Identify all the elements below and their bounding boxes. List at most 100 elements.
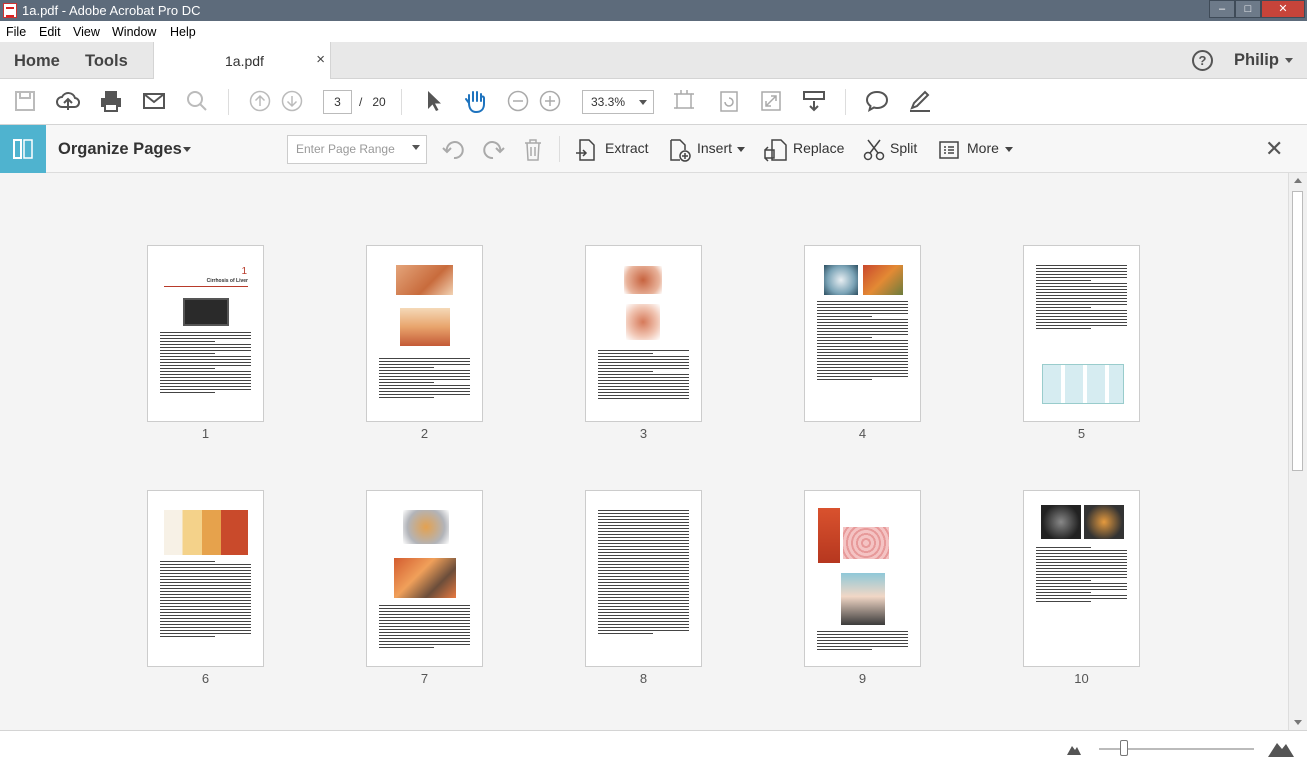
tab-tools[interactable]: Tools [85, 52, 128, 71]
tab-bar: Home Tools 1a.pdf × ? Philip [0, 42, 1307, 79]
replace-icon[interactable] [764, 138, 788, 162]
replace-button[interactable]: Replace [793, 140, 844, 156]
chevron-down-icon[interactable] [1005, 147, 1013, 152]
page-5-flowchart [1042, 364, 1124, 404]
split-button[interactable]: Split [890, 140, 917, 156]
scroll-up-icon[interactable] [1294, 178, 1302, 183]
menu-window[interactable]: Window [112, 25, 156, 39]
toolbar-divider [228, 89, 229, 115]
page-number-label: 3 [639, 426, 648, 441]
rotate-view-icon[interactable] [718, 89, 740, 113]
prev-page-icon[interactable] [249, 89, 271, 113]
maximize-button[interactable]: □ [1235, 0, 1261, 18]
page-1-heading: Cirrhosis of Liver [206, 278, 248, 284]
zoom-out-icon[interactable] [507, 89, 529, 113]
sign-icon[interactable] [908, 89, 932, 113]
split-icon[interactable] [862, 138, 886, 162]
close-document-tab-icon[interactable]: × [316, 51, 325, 68]
page-10-text-lines [1036, 547, 1127, 604]
page-separator: / [359, 95, 363, 109]
thumbnail-size-slider-handle[interactable] [1120, 740, 1128, 756]
menu-help[interactable]: Help [170, 25, 196, 39]
chevron-down-icon[interactable] [737, 147, 745, 152]
page-number-label: 6 [201, 671, 210, 686]
menu-bar: File Edit View Window Help [0, 21, 1307, 42]
fit-page-icon[interactable] [673, 89, 695, 113]
search-icon[interactable] [186, 89, 208, 113]
extract-button[interactable]: Extract [605, 140, 649, 156]
page-thumbnails-area: 1 Cirrhosis of Liver 1 2 3 4 5 6 7 8 9 1… [0, 173, 1288, 730]
document-tab[interactable]: 1a.pdf × [153, 42, 331, 79]
thumbnail-small-icon[interactable] [1067, 743, 1081, 755]
page-range-input[interactable]: Enter Page Range [287, 135, 427, 164]
page-thumbnail-1[interactable]: 1 Cirrhosis of Liver [147, 245, 264, 422]
page-7-image-top [403, 510, 449, 544]
zoom-level-select[interactable]: 33.3% [582, 90, 654, 114]
tab-home[interactable]: Home [14, 52, 60, 71]
email-icon[interactable] [142, 89, 166, 113]
page-2-image-bottom [400, 308, 450, 346]
window-title: 1a.pdf - Adobe Acrobat Pro DC [22, 3, 201, 18]
page-number-input[interactable]: 3 [323, 90, 352, 114]
scroll-mode-icon[interactable] [802, 89, 826, 113]
close-window-button[interactable]: ✕ [1261, 0, 1305, 18]
vertical-scrollbar[interactable] [1288, 173, 1307, 730]
page-3-text-lines [598, 350, 689, 401]
zoom-in-icon[interactable] [539, 89, 561, 113]
extract-icon[interactable] [575, 138, 597, 162]
rotate-left-icon[interactable] [442, 138, 466, 162]
page-thumbnail-10[interactable] [1023, 490, 1140, 667]
full-screen-icon[interactable] [760, 89, 782, 113]
comment-icon[interactable] [865, 89, 889, 113]
page-number-label: 10 [1074, 671, 1089, 686]
page-9-photo-image [841, 573, 885, 625]
page-9-text-lines [817, 631, 908, 652]
menu-view[interactable]: View [73, 25, 100, 39]
page-thumbnail-7[interactable] [366, 490, 483, 667]
menu-edit[interactable]: Edit [39, 25, 61, 39]
scrollbar-thumb[interactable] [1292, 191, 1303, 471]
page-thumbnail-6[interactable] [147, 490, 264, 667]
user-name[interactable]: Philip [1234, 51, 1279, 70]
hand-icon[interactable] [463, 89, 489, 113]
help-icon[interactable]: ? [1192, 50, 1213, 71]
page-thumbnail-2[interactable] [366, 245, 483, 422]
page-thumbnail-4[interactable] [804, 245, 921, 422]
chevron-down-icon[interactable] [183, 147, 191, 152]
chevron-down-icon[interactable] [412, 145, 420, 150]
insert-icon[interactable] [668, 138, 692, 162]
organize-pages-icon [13, 139, 33, 159]
page-thumbnail-3[interactable] [585, 245, 702, 422]
print-icon[interactable] [99, 89, 123, 113]
organize-pages-title[interactable]: Organize Pages [58, 140, 182, 159]
close-organize-button[interactable]: ✕ [1265, 136, 1283, 162]
page-7-image-bottom [394, 558, 456, 598]
page-number-label: 2 [420, 426, 429, 441]
page-4-image-left [824, 265, 858, 295]
page-3-image-top [624, 266, 662, 294]
page-7-text-lines [379, 605, 470, 650]
save-icon[interactable] [14, 89, 36, 113]
document-tab-label: 1a.pdf [225, 53, 264, 69]
zoom-value: 33.3% [591, 95, 626, 109]
page-thumbnail-9[interactable] [804, 490, 921, 667]
delete-icon[interactable] [522, 138, 544, 162]
more-icon[interactable] [938, 139, 960, 161]
next-page-icon[interactable] [281, 89, 303, 113]
page-thumbnail-5[interactable] [1023, 245, 1140, 422]
select-arrow-icon[interactable] [424, 89, 444, 113]
scroll-down-icon[interactable] [1294, 720, 1302, 725]
page-thumbnail-8[interactable] [585, 490, 702, 667]
page-9-figure-image [818, 508, 840, 563]
more-button[interactable]: More [967, 140, 999, 156]
rotate-right-icon[interactable] [481, 138, 505, 162]
chevron-down-icon[interactable] [1285, 58, 1293, 63]
insert-button[interactable]: Insert [697, 140, 732, 156]
thumbnail-large-icon[interactable] [1268, 739, 1294, 757]
minimize-button[interactable]: – [1209, 0, 1235, 18]
organize-pages-panel-button[interactable] [0, 125, 46, 173]
menu-file[interactable]: File [6, 25, 26, 39]
main-toolbar: 3 / 20 33.3% [0, 79, 1307, 125]
upload-icon[interactable] [56, 89, 80, 113]
page-3-image-bottom [626, 304, 660, 340]
